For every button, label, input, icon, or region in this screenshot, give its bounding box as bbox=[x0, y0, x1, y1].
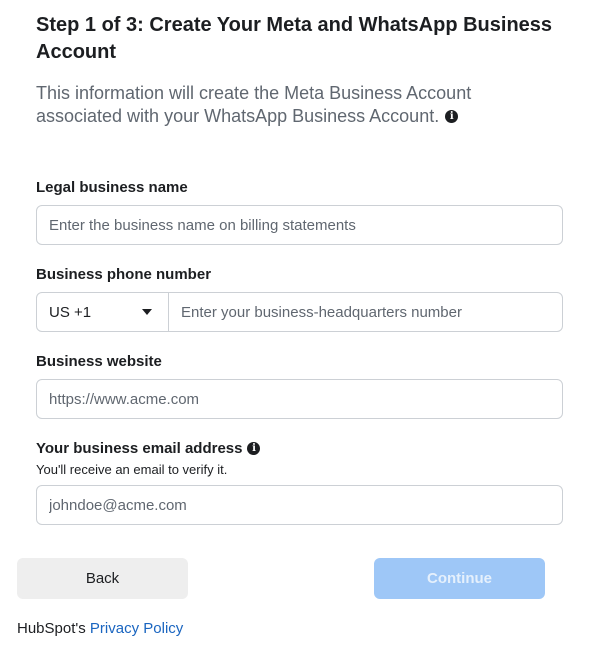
footer-prefix: HubSpot's bbox=[17, 620, 86, 637]
website-field-wrap bbox=[36, 379, 563, 419]
country-code-select[interactable]: US +1 bbox=[37, 293, 169, 331]
signup-step-page: Step 1 of 3: Create Your Meta and WhatsA… bbox=[0, 0, 600, 657]
email-label: Your business email address i bbox=[36, 440, 261, 457]
privacy-policy-link[interactable]: Privacy Policy bbox=[90, 620, 183, 637]
email-field-wrap bbox=[36, 485, 563, 525]
website-input[interactable] bbox=[37, 380, 562, 418]
email-label-text: Your business email address bbox=[36, 440, 243, 457]
legal-name-field-wrap bbox=[36, 205, 563, 245]
phone-input[interactable] bbox=[169, 293, 562, 331]
info-icon[interactable]: i bbox=[445, 109, 459, 123]
legal-name-label: Legal business name bbox=[36, 179, 188, 196]
page-title: Step 1 of 3: Create Your Meta and WhatsA… bbox=[36, 14, 553, 63]
phone-input-wrap bbox=[169, 293, 562, 331]
page-description: This information will create the Meta Bu… bbox=[36, 82, 556, 128]
website-label: Business website bbox=[36, 353, 162, 370]
description-text: This information will create the Meta Bu… bbox=[36, 83, 472, 126]
info-icon[interactable]: i bbox=[247, 441, 261, 455]
legal-name-input[interactable] bbox=[37, 206, 562, 244]
phone-field-wrap: US +1 bbox=[36, 292, 563, 332]
continue-button[interactable]: Continue bbox=[374, 558, 545, 599]
country-code-value: US +1 bbox=[49, 303, 92, 321]
phone-label: Business phone number bbox=[36, 266, 212, 283]
email-helper-text: You'll receive an email to verify it. bbox=[36, 462, 228, 477]
back-button[interactable]: Back bbox=[17, 558, 188, 599]
email-input[interactable] bbox=[37, 486, 562, 524]
footer: HubSpot's Privacy Policy bbox=[17, 620, 183, 637]
chevron-down-icon bbox=[142, 309, 152, 315]
